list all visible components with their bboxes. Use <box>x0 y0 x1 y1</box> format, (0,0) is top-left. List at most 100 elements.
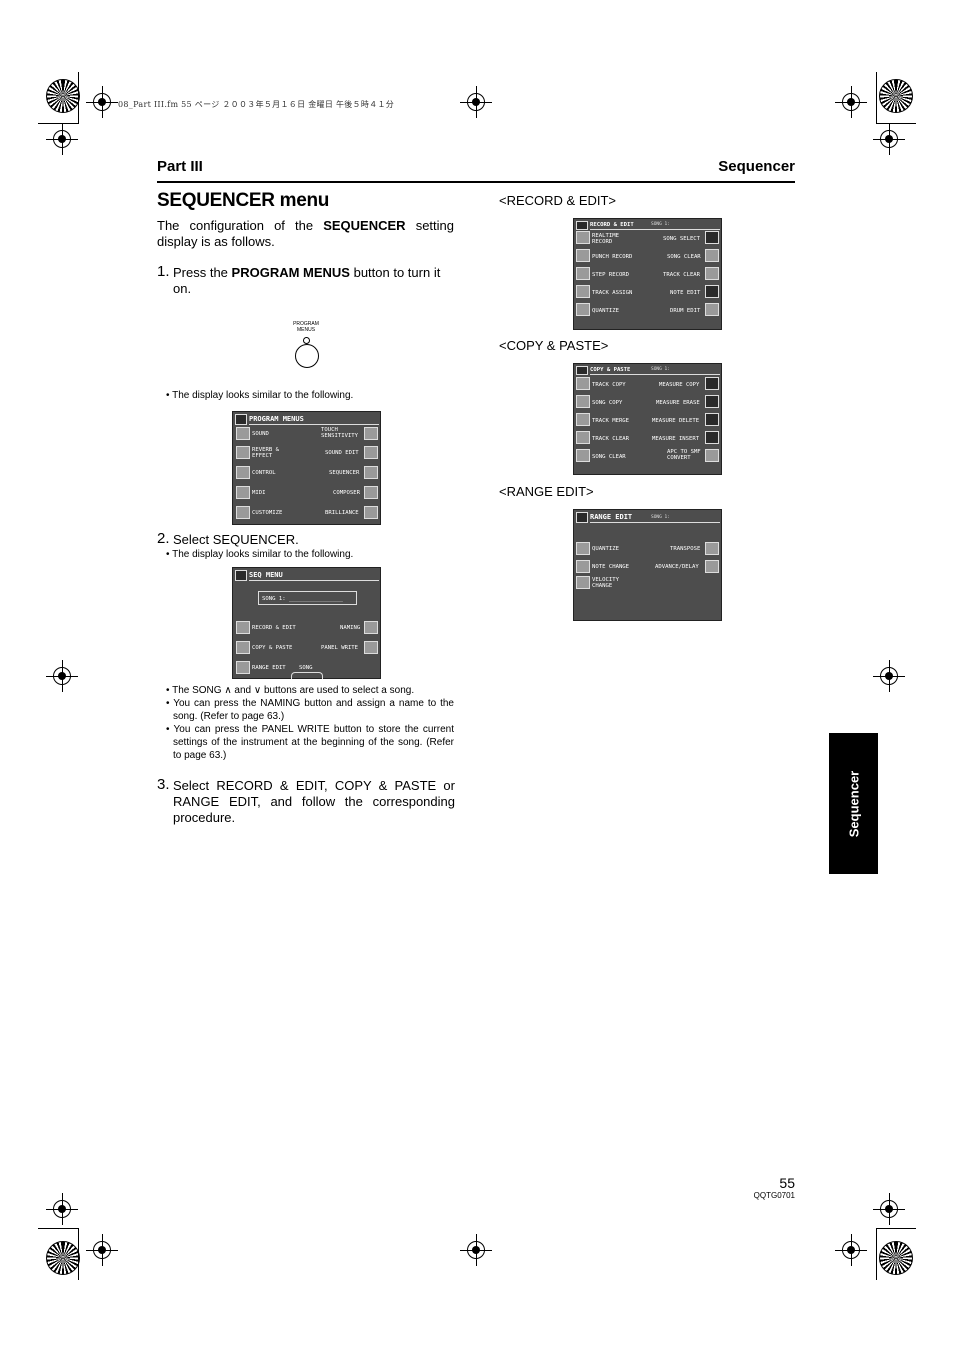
menu-note-change[interactable]: NOTE CHANGE <box>592 564 629 570</box>
measure-erase-icon[interactable] <box>705 395 719 408</box>
menu-quantize[interactable]: QUANTIZE <box>592 308 619 314</box>
midi-icon[interactable] <box>236 486 250 499</box>
note-edit-icon[interactable] <box>705 285 719 298</box>
menu-transpose[interactable]: TRANSPOSE <box>670 546 700 552</box>
menu-reverb-effect[interactable]: REVERB & EFFECT <box>252 447 279 459</box>
record-edit-screen: RECORD & EDIT SONG 1: REALTIME RECORD PU… <box>573 218 722 330</box>
menu-track-copy[interactable]: TRACK COPY <box>592 382 626 388</box>
screen-title: RECORD & EDIT <box>590 222 634 228</box>
menu-measure-copy[interactable]: MEASURE COPY <box>659 382 699 388</box>
program-menus-button[interactable] <box>295 344 319 368</box>
measure-delete-icon[interactable] <box>705 413 719 426</box>
step3-number: 3. <box>157 776 170 793</box>
song-clear-icon[interactable] <box>576 449 590 462</box>
track-merge-icon[interactable] <box>576 413 590 426</box>
realtime-record-icon[interactable] <box>576 231 590 244</box>
menu-composer[interactable]: COMPOSER <box>333 490 360 496</box>
drum-edit-icon[interactable] <box>705 303 719 316</box>
menu-record-edit[interactable]: RECORD & EDIT <box>252 625 296 631</box>
menu-touch-sensitivity[interactable]: TOUCH SENSITIVITY <box>321 427 358 439</box>
song-copy-icon[interactable] <box>576 395 590 408</box>
menu-velocity-change[interactable]: VELOCITY CHANGE <box>592 577 619 589</box>
menu-track-assign[interactable]: TRACK ASSIGN <box>592 290 632 296</box>
track-assign-icon[interactable] <box>576 285 590 298</box>
brilliance-icon[interactable] <box>364 506 378 519</box>
composer-icon[interactable] <box>364 486 378 499</box>
menu-song-clear[interactable]: SONG CLEAR <box>667 254 701 260</box>
intro-text: The configuration of the <box>157 218 324 233</box>
transpose-icon[interactable] <box>705 542 719 555</box>
menu-panel-write[interactable]: PANEL WRITE <box>321 645 358 651</box>
menu-sound[interactable]: SOUND <box>252 431 269 437</box>
naming-icon[interactable] <box>364 621 378 634</box>
print-header: 08_Part III.fm 55 ページ ２００３年５月１６日 金曜日 午後５… <box>118 100 395 109</box>
menu-sound-edit[interactable]: SOUND EDIT <box>325 450 359 456</box>
control-icon[interactable] <box>236 466 250 479</box>
track-clear-icon[interactable] <box>576 431 590 444</box>
punch-record-icon[interactable] <box>576 249 590 262</box>
track-clear-icon[interactable] <box>705 267 719 280</box>
touch-sensitivity-icon[interactable] <box>364 427 378 440</box>
crosshair-icon <box>873 1193 905 1225</box>
apc-to-smf-icon[interactable] <box>705 449 719 462</box>
song-select-icon[interactable] <box>705 231 719 244</box>
quantize-icon[interactable] <box>576 303 590 316</box>
menu-copy-paste[interactable]: COPY & PASTE <box>252 645 292 651</box>
quantize-icon[interactable] <box>576 542 590 555</box>
intro-bold: SEQUENCER <box>323 218 406 233</box>
menu-measure-erase[interactable]: MEASURE ERASE <box>656 400 700 406</box>
menu-apc-to-smf-convert[interactable]: APC TO SMF CONVERT <box>667 449 701 461</box>
reverb-effect-icon[interactable] <box>236 446 250 459</box>
screen-mode-icon <box>235 570 247 581</box>
menu-song-select[interactable]: SONG SELECT <box>663 236 700 242</box>
screen-mode-icon <box>576 221 588 230</box>
menu-track-clear[interactable]: TRACK CLEAR <box>592 436 629 442</box>
step-record-icon[interactable] <box>576 267 590 280</box>
customize-icon[interactable] <box>236 506 250 519</box>
copy-paste-icon[interactable] <box>236 641 250 654</box>
menu-track-merge[interactable]: TRACK MERGE <box>592 418 629 424</box>
song-name-field: SONG 1: ________________ <box>258 591 357 605</box>
note-change-icon[interactable] <box>576 560 590 573</box>
menu-song-copy[interactable]: SONG COPY <box>592 400 622 406</box>
menu-measure-delete[interactable]: MEASURE DELETE <box>652 418 699 424</box>
menu-step-record[interactable]: STEP RECORD <box>592 272 629 278</box>
menu-realtime-record[interactable]: REALTIME RECORD <box>592 233 619 245</box>
menu-advance-delay[interactable]: ADVANCE/DELAY <box>655 564 699 570</box>
sound-icon[interactable] <box>236 427 250 440</box>
song-clear-icon[interactable] <box>705 249 719 262</box>
program-menus-screen: PROGRAM MENUS SOUND REVERB & EFFECT CONT… <box>232 411 381 525</box>
program-menus-button-illustration: PROGRAM MENUS <box>286 321 326 333</box>
crosshair-icon <box>46 1193 78 1225</box>
menu-range-edit[interactable]: RANGE EDIT <box>252 665 286 671</box>
menu-control[interactable]: CONTROL <box>252 470 276 476</box>
menu-brilliance[interactable]: BRILLIANCE <box>325 510 359 516</box>
menu-sequencer[interactable]: SEQUENCER <box>329 470 359 476</box>
advance-delay-icon[interactable] <box>705 560 719 573</box>
measure-insert-icon[interactable] <box>705 431 719 444</box>
menu-note-edit[interactable]: NOTE EDIT <box>670 290 700 296</box>
screen-title: PROGRAM MENUS <box>249 415 304 423</box>
menu-customize[interactable]: CUSTOMIZE <box>252 510 282 516</box>
sound-edit-icon[interactable] <box>364 446 378 459</box>
track-copy-icon[interactable] <box>576 377 590 390</box>
menu-track-clear[interactable]: TRACK CLEAR <box>663 272 700 278</box>
measure-copy-icon[interactable] <box>705 377 719 390</box>
menu-punch-record[interactable]: PUNCH RECORD <box>592 254 632 260</box>
range-edit-heading: <RANGE EDIT> <box>499 484 594 499</box>
sequencer-icon[interactable] <box>364 466 378 479</box>
range-edit-icon[interactable] <box>236 661 250 674</box>
song-up-down-button[interactable] <box>291 672 323 679</box>
velocity-change-icon[interactable] <box>576 576 590 589</box>
registration-circle-icon <box>46 79 80 113</box>
menu-naming[interactable]: NAMING <box>340 625 360 631</box>
menu-song-clear[interactable]: SONG CLEAR <box>592 454 626 460</box>
note-naming: • You can press the NAMING button and as… <box>166 698 454 722</box>
panel-write-icon[interactable] <box>364 641 378 654</box>
crosshair-icon <box>460 1234 492 1266</box>
menu-drum-edit[interactable]: DRUM EDIT <box>670 308 700 314</box>
menu-quantize[interactable]: QUANTIZE <box>592 546 619 552</box>
menu-measure-insert[interactable]: MEASURE INSERT <box>652 436 699 442</box>
record-edit-icon[interactable] <box>236 621 250 634</box>
menu-midi[interactable]: MIDI <box>252 490 265 496</box>
